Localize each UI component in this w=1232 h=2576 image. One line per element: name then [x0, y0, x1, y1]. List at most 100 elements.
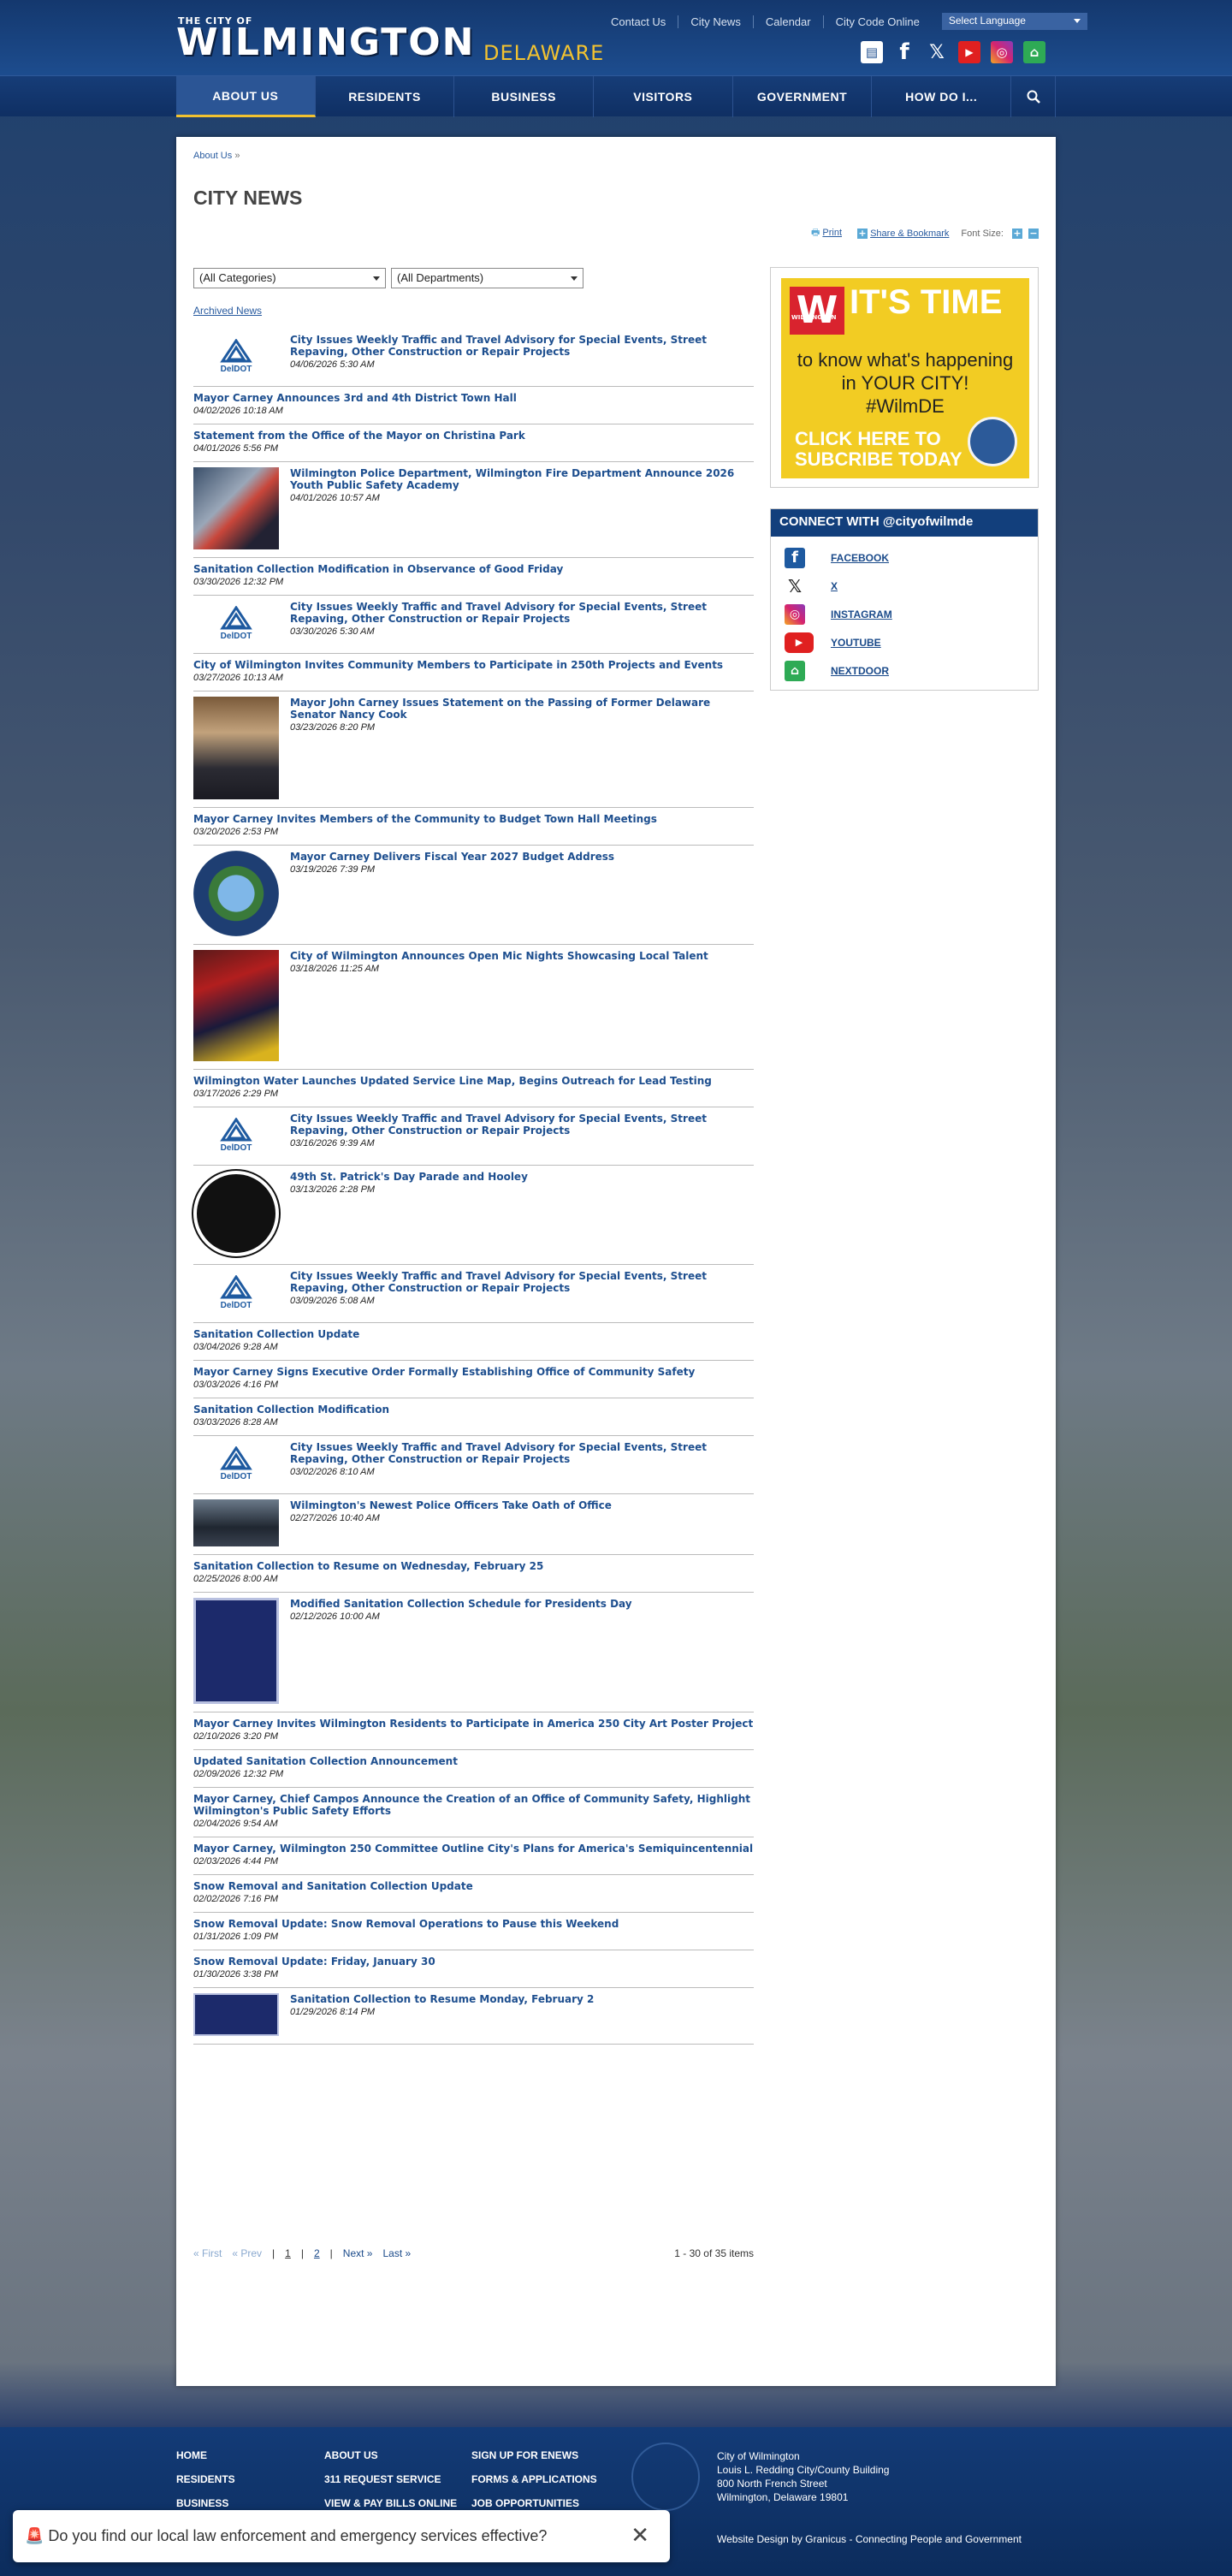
news-item[interactable]: Snow Removal Update: Snow Removal Operat… [193, 1913, 754, 1950]
news-item[interactable]: 49th St. Patrick's Day Parade and Hooley… [193, 1166, 754, 1265]
connect-nextdoor-label[interactable]: NEXTDOOR [831, 665, 889, 677]
news-title[interactable]: Mayor Carney Signs Executive Order Forma… [193, 1366, 695, 1378]
breadcrumb-about-us[interactable]: About Us [193, 151, 232, 161]
pager-first[interactable]: « First [193, 2247, 222, 2259]
nav-government[interactable]: GOVERNMENT [733, 76, 873, 117]
news-icon[interactable]: ▤ [861, 41, 883, 63]
news-item[interactable]: Sanitation Collection Modification in Ob… [193, 558, 754, 596]
news-title[interactable]: Sanitation Collection to Resume on Wedne… [193, 1560, 543, 1572]
news-item[interactable]: Sanitation Collection Modification 03/03/… [193, 1398, 754, 1436]
news-title[interactable]: 49th St. Patrick's Day Parade and Hooley [290, 1171, 528, 1183]
category-select[interactable]: (All Categories) [193, 268, 386, 288]
footer-link-home[interactable]: HOME [176, 2449, 235, 2473]
news-title[interactable]: Mayor Carney Invites Wilmington Resident… [193, 1718, 753, 1730]
footer-link-about[interactable]: ABOUT US [324, 2449, 457, 2473]
news-title[interactable]: Mayor Carney Delivers Fiscal Year 2027 B… [290, 851, 614, 863]
news-item[interactable]: Sanitation Collection to Resume Monday, … [193, 1988, 754, 2045]
news-title[interactable]: City of Wilmington Announces Open Mic Ni… [290, 950, 708, 962]
department-select[interactable]: (All Departments) [391, 268, 583, 288]
news-item[interactable]: Wilmington Water Launches Updated Servic… [193, 1070, 754, 1107]
pager-prev[interactable]: « Prev [232, 2247, 262, 2259]
footer-link-residents[interactable]: RESIDENTS [176, 2473, 235, 2497]
survey-popup[interactable]: 🚨 Do you find our local law enforcement … [13, 2510, 670, 2562]
connect-instagram-label[interactable]: INSTAGRAM [831, 608, 892, 620]
print-label[interactable]: Print [822, 228, 842, 238]
news-title[interactable]: Mayor Carney Invites Members of the Comm… [193, 813, 657, 825]
news-title[interactable]: Sanitation Collection Modification [193, 1404, 389, 1416]
news-title[interactable]: Mayor Carney, Wilmington 250 Committee O… [193, 1843, 753, 1855]
util-link-news[interactable]: City News [678, 15, 753, 28]
util-link-calendar[interactable]: Calendar [752, 15, 823, 28]
news-item[interactable]: Wilmington's Newest Police Officers Take… [193, 1494, 754, 1555]
news-item[interactable]: Snow Removal Update: Friday, January 30 0… [193, 1950, 754, 1988]
nav-visitors[interactable]: VISITORS [594, 76, 733, 117]
news-thumbnail[interactable]: DelDOT [193, 334, 279, 378]
youtube-icon[interactable]: ▶ [958, 41, 980, 63]
util-link-code[interactable]: City Code Online [822, 15, 932, 28]
news-title[interactable]: Snow Removal and Sanitation Collection U… [193, 1880, 473, 1892]
news-item[interactable]: Mayor Carney, Chief Campos Announce the … [193, 1788, 754, 1837]
news-item[interactable]: DelDOT City Issues Weekly Traffic and Tra… [193, 1107, 754, 1166]
news-item[interactable]: Snow Removal and Sanitation Collection U… [193, 1875, 754, 1913]
news-thumbnail[interactable] [193, 1499, 279, 1546]
news-item[interactable]: Sanitation Collection Update 03/04/2026 9… [193, 1323, 754, 1361]
site-logo[interactable]: WILMINGTON [176, 22, 476, 63]
close-icon[interactable]: ✕ [631, 2524, 649, 2548]
nextdoor-icon[interactable]: ⌂ [1023, 41, 1045, 63]
news-thumbnail[interactable] [193, 1993, 279, 2036]
news-thumbnail[interactable]: DelDOT [193, 1113, 279, 1157]
news-title[interactable]: Snow Removal Update: Friday, January 30 [193, 1956, 435, 1968]
news-item[interactable]: City of Wilmington Invites Community Mem… [193, 654, 754, 691]
footer-link-enews[interactable]: SIGN UP FOR ENEWS [471, 2449, 597, 2473]
facebook-icon[interactable]: f [893, 39, 915, 65]
news-title[interactable]: Mayor Carney, Chief Campos Announce the … [193, 1793, 754, 1817]
pager-page-1[interactable]: 1 [285, 2247, 291, 2259]
news-title[interactable]: Sanitation Collection Update [193, 1328, 359, 1340]
footer-credit[interactable]: Website Design by Granicus - Connecting … [717, 2533, 1022, 2545]
news-title[interactable]: City Issues Weekly Traffic and Travel Ad… [290, 1270, 754, 1294]
news-item[interactable]: City of Wilmington Announces Open Mic Ni… [193, 945, 754, 1070]
x-icon[interactable]: 𝕏 [926, 41, 948, 63]
news-item[interactable]: Mayor Carney Announces 3rd and 4th Distr… [193, 387, 754, 424]
share-label[interactable]: Share & Bookmark [870, 229, 949, 239]
news-title[interactable]: City Issues Weekly Traffic and Travel Ad… [290, 601, 754, 625]
news-title[interactable]: Wilmington's Newest Police Officers Take… [290, 1499, 612, 1511]
footer-link-311[interactable]: 311 REQUEST SERVICE [324, 2473, 457, 2497]
news-thumbnail[interactable] [193, 950, 279, 1061]
news-item[interactable]: Sanitation Collection to Resume on Wedne… [193, 1555, 754, 1593]
news-title[interactable]: Updated Sanitation Collection Announceme… [193, 1755, 458, 1767]
news-thumbnail[interactable]: DelDOT [193, 601, 279, 645]
news-item[interactable]: Modified Sanitation Collection Schedule … [193, 1593, 754, 1712]
print-link[interactable]: 🖶 Print [811, 225, 842, 241]
instagram-icon[interactable]: ◎ [991, 41, 1013, 63]
connect-youtube[interactable]: ▶ YOUTUBE [771, 628, 1038, 656]
nav-residents[interactable]: RESIDENTS [316, 76, 455, 117]
nav-about-us[interactable]: ABOUT US [176, 76, 316, 117]
connect-youtube-label[interactable]: YOUTUBE [831, 637, 881, 649]
news-item[interactable]: DelDOT City Issues Weekly Traffic and Tra… [193, 596, 754, 654]
news-title[interactable]: Sanitation Collection to Resume Monday, … [290, 1993, 594, 2005]
news-title[interactable]: Wilmington Water Launches Updated Servic… [193, 1075, 712, 1087]
news-thumbnail[interactable] [193, 1598, 279, 1704]
news-title[interactable]: Modified Sanitation Collection Schedule … [290, 1598, 632, 1610]
news-item[interactable]: DelDOT City Issues Weekly Traffic and Tra… [193, 329, 754, 387]
connect-instagram[interactable]: ◎ INSTAGRAM [771, 600, 1038, 628]
news-thumbnail[interactable] [193, 851, 279, 936]
archived-news-link[interactable]: Archived News [193, 305, 262, 317]
search-icon[interactable] [1011, 76, 1057, 117]
connect-nextdoor[interactable]: ⌂ NEXTDOOR [771, 656, 1038, 685]
util-link-contact[interactable]: Contact Us [599, 15, 678, 28]
connect-x[interactable]: 𝕏X [771, 572, 1038, 600]
news-item[interactable]: Wilmington Police Department, Wilmington… [193, 462, 754, 558]
pager-page-2[interactable]: 2 [314, 2247, 320, 2259]
news-item[interactable]: Statement from the Office of the Mayor o… [193, 424, 754, 462]
news-thumbnail[interactable]: DelDOT [193, 1441, 279, 1486]
news-item[interactable]: Mayor John Carney Issues Statement on th… [193, 691, 754, 808]
news-item[interactable]: Updated Sanitation Collection Announceme… [193, 1750, 754, 1788]
language-select[interactable]: Select Language [941, 13, 1087, 30]
news-title[interactable]: Mayor Carney Announces 3rd and 4th Distr… [193, 392, 517, 404]
news-title[interactable]: City Issues Weekly Traffic and Travel Ad… [290, 334, 754, 358]
news-item[interactable]: Mayor Carney Signs Executive Order Forma… [193, 1361, 754, 1398]
news-thumbnail[interactable] [193, 697, 279, 799]
news-title[interactable]: Sanitation Collection Modification in Ob… [193, 563, 563, 575]
